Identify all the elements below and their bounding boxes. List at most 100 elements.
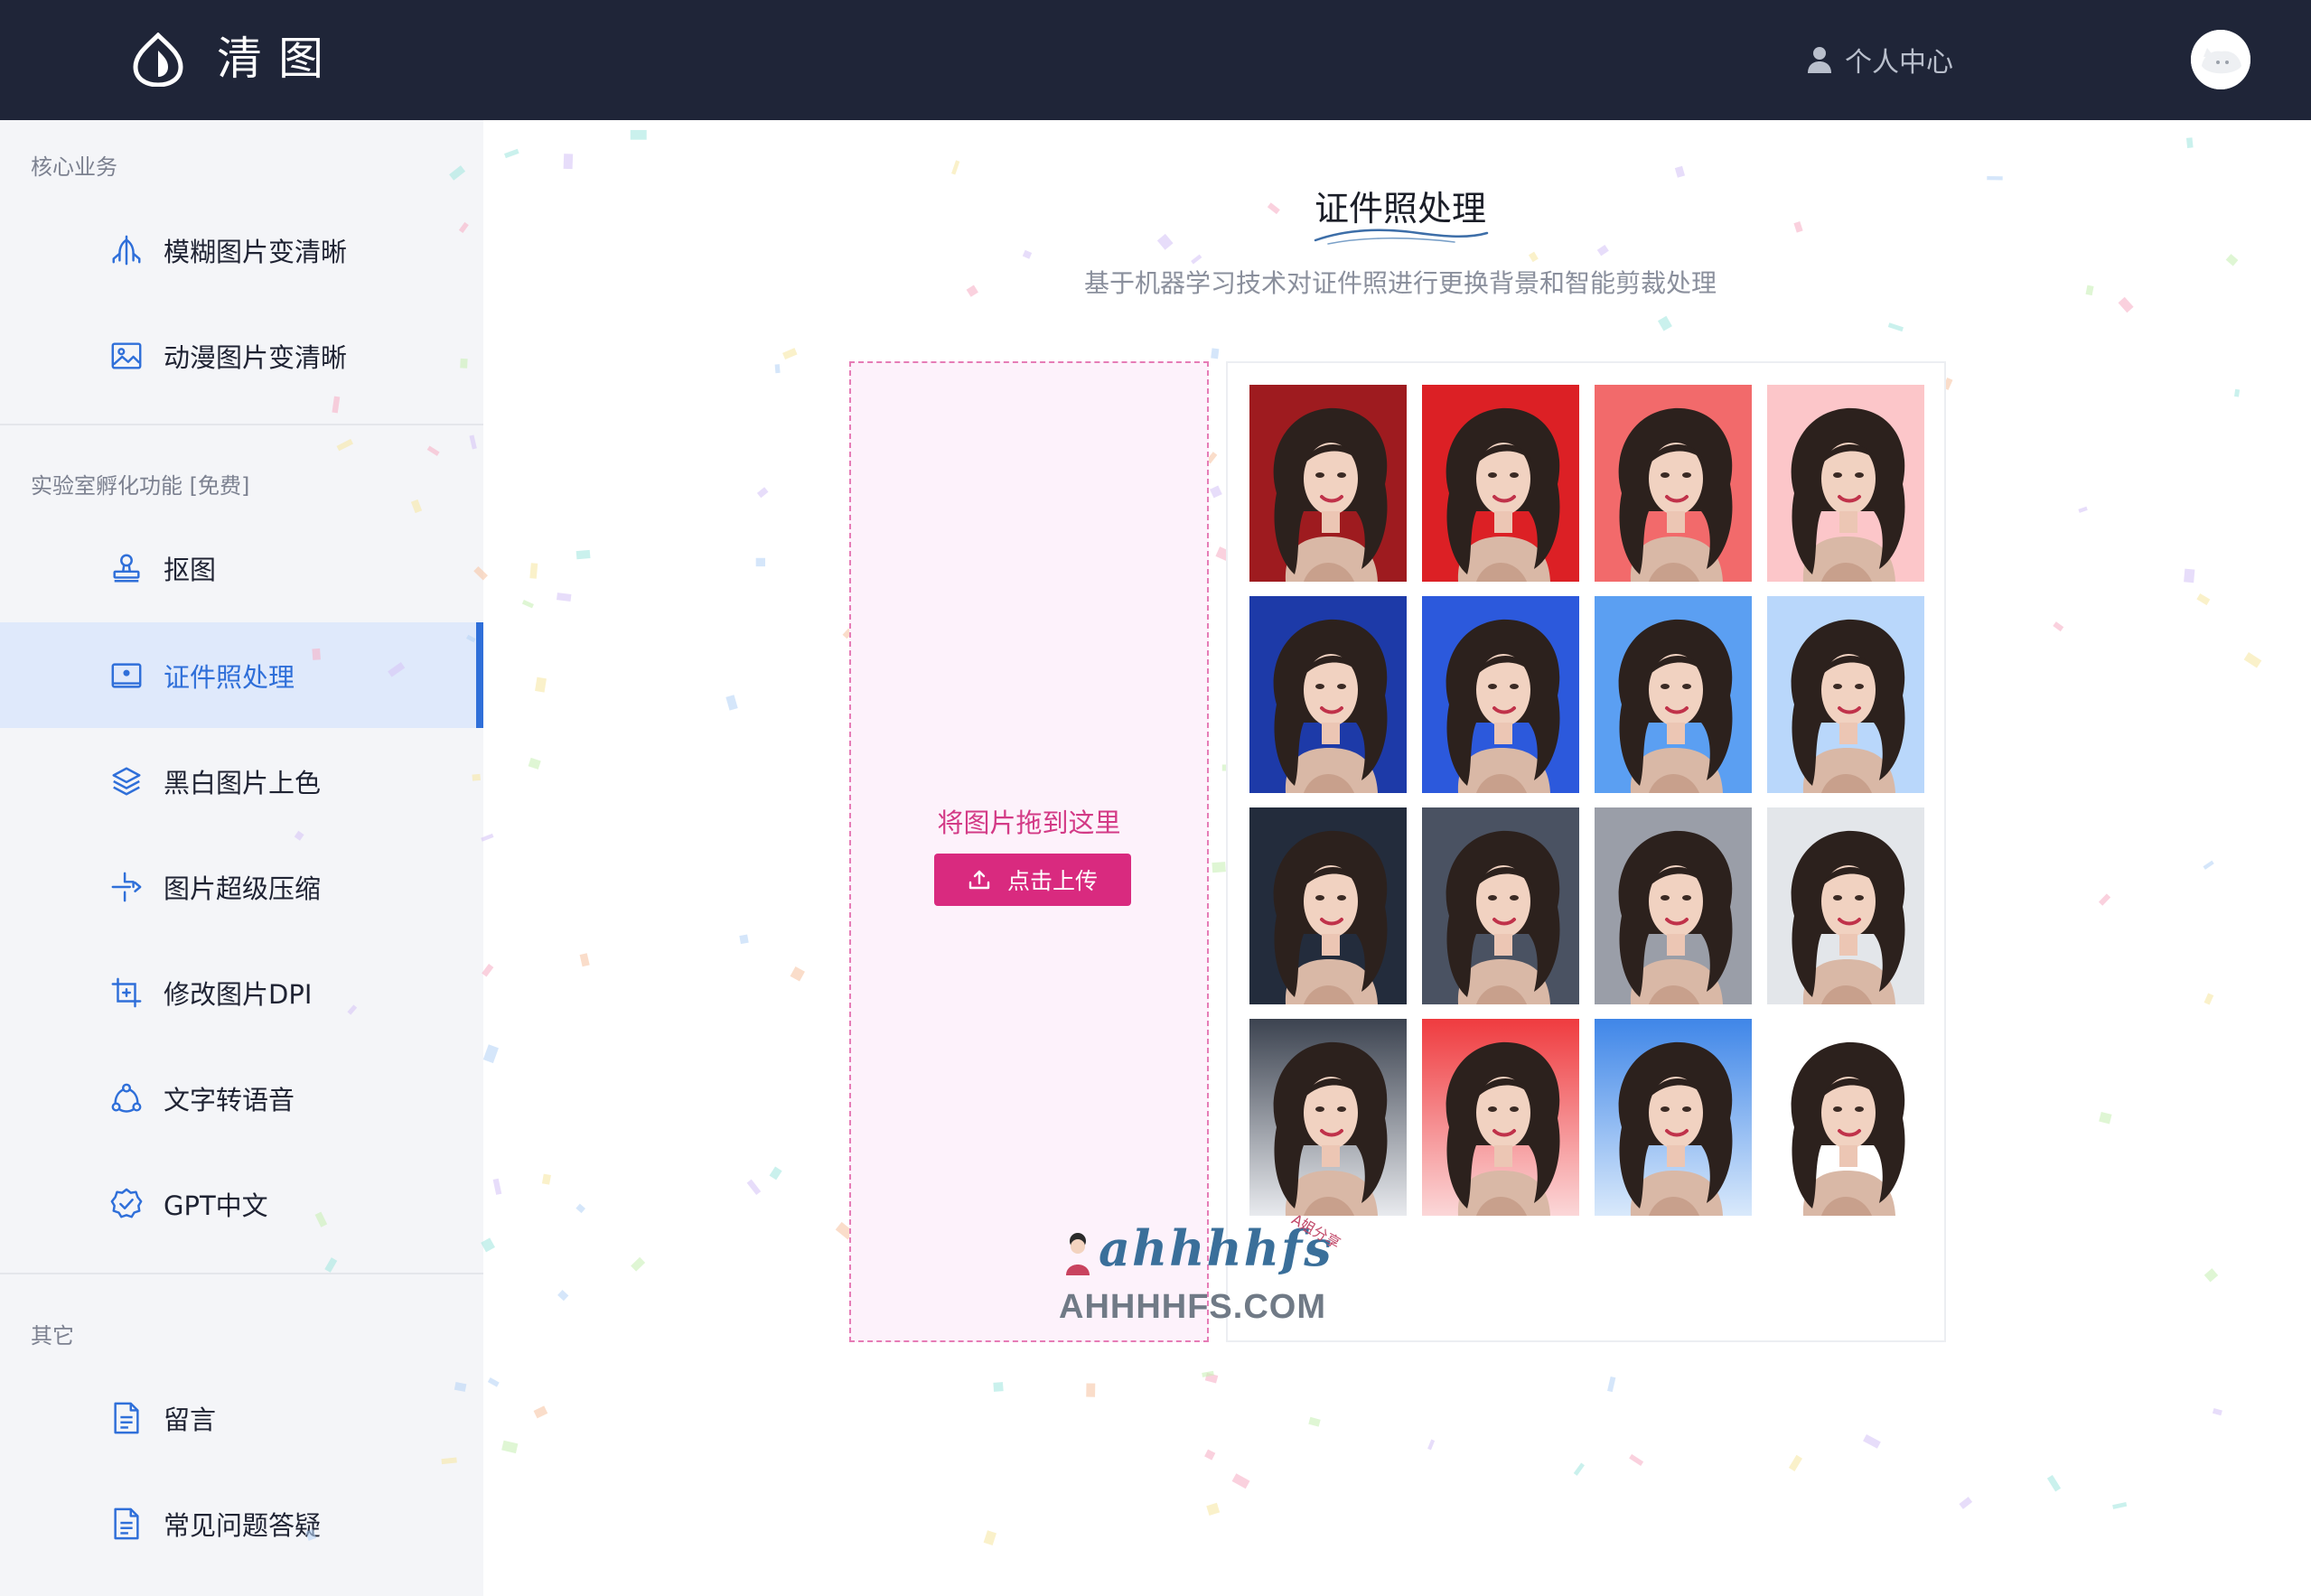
confetti-piece xyxy=(2112,1502,2128,1509)
confetti-piece xyxy=(521,600,534,609)
mascot-icon xyxy=(1066,1233,1090,1275)
sidebar-divider xyxy=(0,424,483,425)
confetti-piece xyxy=(2225,254,2239,266)
confetti-piece xyxy=(535,677,547,693)
sample-gallery xyxy=(1226,361,1946,1342)
confetti-piece xyxy=(2203,1268,2219,1283)
sidebar-item-gpt[interactable]: GPT中文 xyxy=(0,1151,483,1256)
avatar[interactable] xyxy=(2191,30,2250,89)
confetti-piece xyxy=(579,953,590,967)
watermark-url: AHHHHFS.COM xyxy=(1059,1288,1326,1326)
confetti-piece xyxy=(756,487,769,499)
section-title-other: 其它 xyxy=(31,1323,74,1349)
sample-photo xyxy=(1767,385,1924,582)
sidebar-item-label: 抠图 xyxy=(164,554,217,585)
title-underline-decoration xyxy=(1314,229,1489,245)
confetti-piece xyxy=(1231,1473,1250,1489)
confetti-piece xyxy=(563,154,574,170)
sidebar-item-colorize[interactable]: 黑白图片上色 xyxy=(0,728,483,834)
section-title-lab: 实验室孵化功能 [免费] xyxy=(31,473,250,499)
confetti-piece xyxy=(1629,1453,1644,1466)
sample-photo xyxy=(1249,596,1407,793)
confetti-piece xyxy=(1863,1433,1881,1449)
confetti-piece xyxy=(951,160,960,175)
sample-photo xyxy=(1422,385,1579,582)
confetti-piece xyxy=(557,1290,569,1302)
confetti-piece xyxy=(556,593,572,602)
confetti-piece xyxy=(533,1405,548,1419)
sample-photo xyxy=(1767,1019,1924,1216)
confetti-piece xyxy=(2234,388,2241,397)
sidebar-item-dpi[interactable]: 修改图片DPI xyxy=(0,939,483,1045)
sample-photo xyxy=(1595,807,1752,1004)
confetti-piece xyxy=(790,966,805,982)
confetti-piece xyxy=(746,1179,762,1196)
page-title: 证件照处理 xyxy=(1314,189,1486,229)
sidebar-item-tts[interactable]: 文字转语音 xyxy=(0,1045,483,1151)
confetti-piece xyxy=(1202,1370,1214,1377)
document-icon xyxy=(108,1400,145,1436)
confetti-piece xyxy=(529,563,538,579)
confetti-piece xyxy=(2085,285,2094,296)
confetti-piece xyxy=(631,1256,646,1272)
sidebar-item-label: 留言 xyxy=(164,1404,217,1435)
stamp-icon xyxy=(108,550,145,586)
confetti-piece xyxy=(2053,621,2064,632)
sidebar-item-deblur[interactable]: 模糊图片变清晰 xyxy=(0,197,483,303)
confetti-piece xyxy=(725,695,738,711)
brand-name[interactable]: 清图 xyxy=(217,29,340,89)
sidebar-item-anime[interactable]: 动漫图片变清晰 xyxy=(0,303,483,408)
confetti-piece xyxy=(2184,568,2195,583)
confetti-piece xyxy=(769,1166,782,1181)
confetti-piece xyxy=(630,129,647,140)
sidebar-item-label: GPT中文 xyxy=(164,1190,268,1221)
sample-photo xyxy=(1249,1019,1407,1216)
sample-photo xyxy=(1595,1019,1752,1216)
sample-photo xyxy=(1422,1019,1579,1216)
confetti-piece xyxy=(575,549,591,560)
sidebar-item-label: 模糊图片变清晰 xyxy=(164,236,348,267)
confetti-piece xyxy=(1657,315,1672,331)
confetti-piece xyxy=(2203,993,2214,1005)
confetti-piece xyxy=(1674,165,1686,178)
confetti-piece xyxy=(1308,1416,1321,1427)
confetti-piece xyxy=(1022,249,1033,259)
avatar-image xyxy=(2191,30,2250,89)
clarity-icon xyxy=(108,232,145,268)
top-navigation-bar: 清图 个人中心 xyxy=(0,0,2311,120)
confetti-piece xyxy=(2118,296,2134,313)
sidebar-item-faq[interactable]: 常见问题答疑 xyxy=(0,1470,483,1576)
sample-photo-grid xyxy=(1249,385,1924,1216)
sidebar-item-id-photo[interactable]: 证件照处理 xyxy=(0,622,483,728)
upload-button[interactable]: 点击上传 xyxy=(934,854,1131,906)
confetti-piece xyxy=(1528,251,1539,263)
confetti-piece xyxy=(1204,1449,1216,1461)
compress-icon xyxy=(108,869,145,905)
sidebar-item-compress[interactable]: 图片超级压缩 xyxy=(0,834,483,939)
confetti-piece xyxy=(1793,221,1803,233)
upload-dropzone[interactable]: 将图片拖到这里 点击上传 xyxy=(849,361,1209,1342)
user-center-link[interactable]: 个人中心 xyxy=(1807,40,1953,79)
layers-icon xyxy=(108,763,145,799)
confetti-piece xyxy=(755,557,765,567)
confetti-piece xyxy=(541,1173,551,1185)
confetti-piece xyxy=(1086,1383,1096,1397)
badge-check-icon xyxy=(108,1186,145,1222)
voice-icon xyxy=(108,1080,145,1116)
watermark: ahhhhfs A姐分享 AHHHHFS.COM xyxy=(1057,1210,1355,1328)
confetti-piece xyxy=(1573,1462,1585,1476)
confetti-piece xyxy=(1210,485,1222,499)
upload-icon xyxy=(968,870,990,890)
sidebar-item-cutout[interactable]: 抠图 xyxy=(0,515,483,621)
sample-photo xyxy=(1595,385,1752,582)
confetti-piece xyxy=(2212,1407,2222,1416)
sample-photo xyxy=(1249,385,1407,582)
confetti-piece xyxy=(1959,1497,1973,1509)
confetti-piece xyxy=(1204,1372,1219,1384)
logo-icon[interactable] xyxy=(132,33,184,87)
sample-photo xyxy=(1422,807,1579,1004)
sidebar-item-message[interactable]: 留言 xyxy=(0,1365,483,1470)
page-subtitle: 基于机器学习技术对证件照进行更换背景和智能剪裁处理 xyxy=(1083,268,1717,298)
sidebar-item-label: 动漫图片变清晰 xyxy=(164,341,348,373)
confetti-piece xyxy=(1427,1439,1436,1451)
